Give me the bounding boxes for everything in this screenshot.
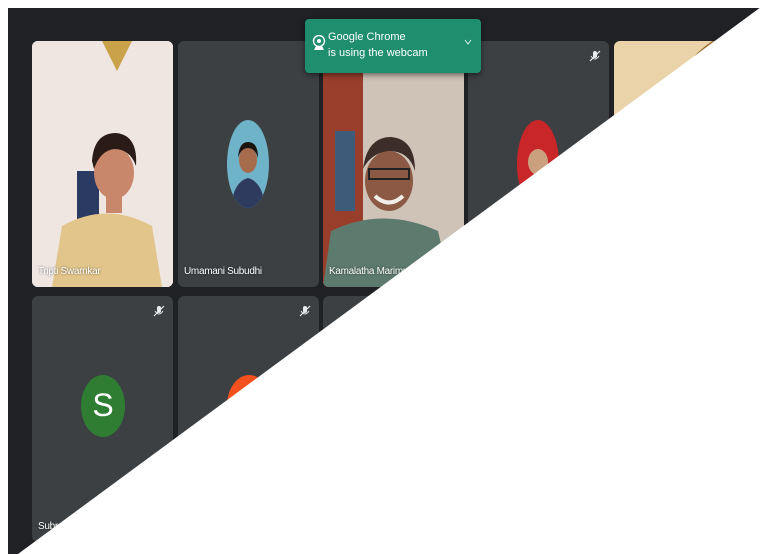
participant-video	[32, 41, 173, 287]
notification-title: Google Chrome	[328, 31, 406, 43]
participant-name: Subramaniam	[38, 521, 97, 532]
avatar	[227, 120, 269, 208]
avatar: S	[81, 375, 125, 437]
participant-name: Umamani Subudhi	[184, 266, 262, 277]
participant-video	[614, 41, 765, 287]
participant-name: Kamalatha Marimuthu	[329, 266, 422, 277]
participant-tile[interactable]	[614, 41, 765, 287]
webcam-notification[interactable]: Google Chrome is using the webcam	[305, 19, 481, 73]
mic-off-icon	[589, 50, 601, 62]
participant-tile[interactable]: S Subramaniam	[32, 296, 173, 542]
participant-tile[interactable]: Umamani Subudhi	[178, 41, 319, 287]
mic-off-icon	[153, 305, 165, 317]
avatar-letter: S	[92, 387, 114, 423]
participant-name: Tripti Swarnkar	[38, 266, 101, 277]
avatar	[517, 120, 559, 208]
mic-off-icon	[299, 305, 311, 317]
avatar	[227, 375, 271, 437]
participant-video	[323, 41, 464, 287]
webcam-icon	[312, 35, 326, 50]
chevron-down-icon[interactable]	[463, 37, 473, 47]
participant-tile[interactable]	[178, 296, 319, 542]
participant-tile[interactable]: Tripti Swarnkar	[32, 41, 173, 287]
participant-tile[interactable]	[468, 41, 609, 287]
participant-tile[interactable]: Kamalatha Marimuthu	[323, 41, 464, 287]
participant-tile[interactable]	[323, 296, 464, 542]
notification-message: is using the webcam	[328, 47, 428, 59]
meeting-grid: Tripti Swarnkar Umamani Subudhi Kamalath…	[8, 8, 765, 554]
